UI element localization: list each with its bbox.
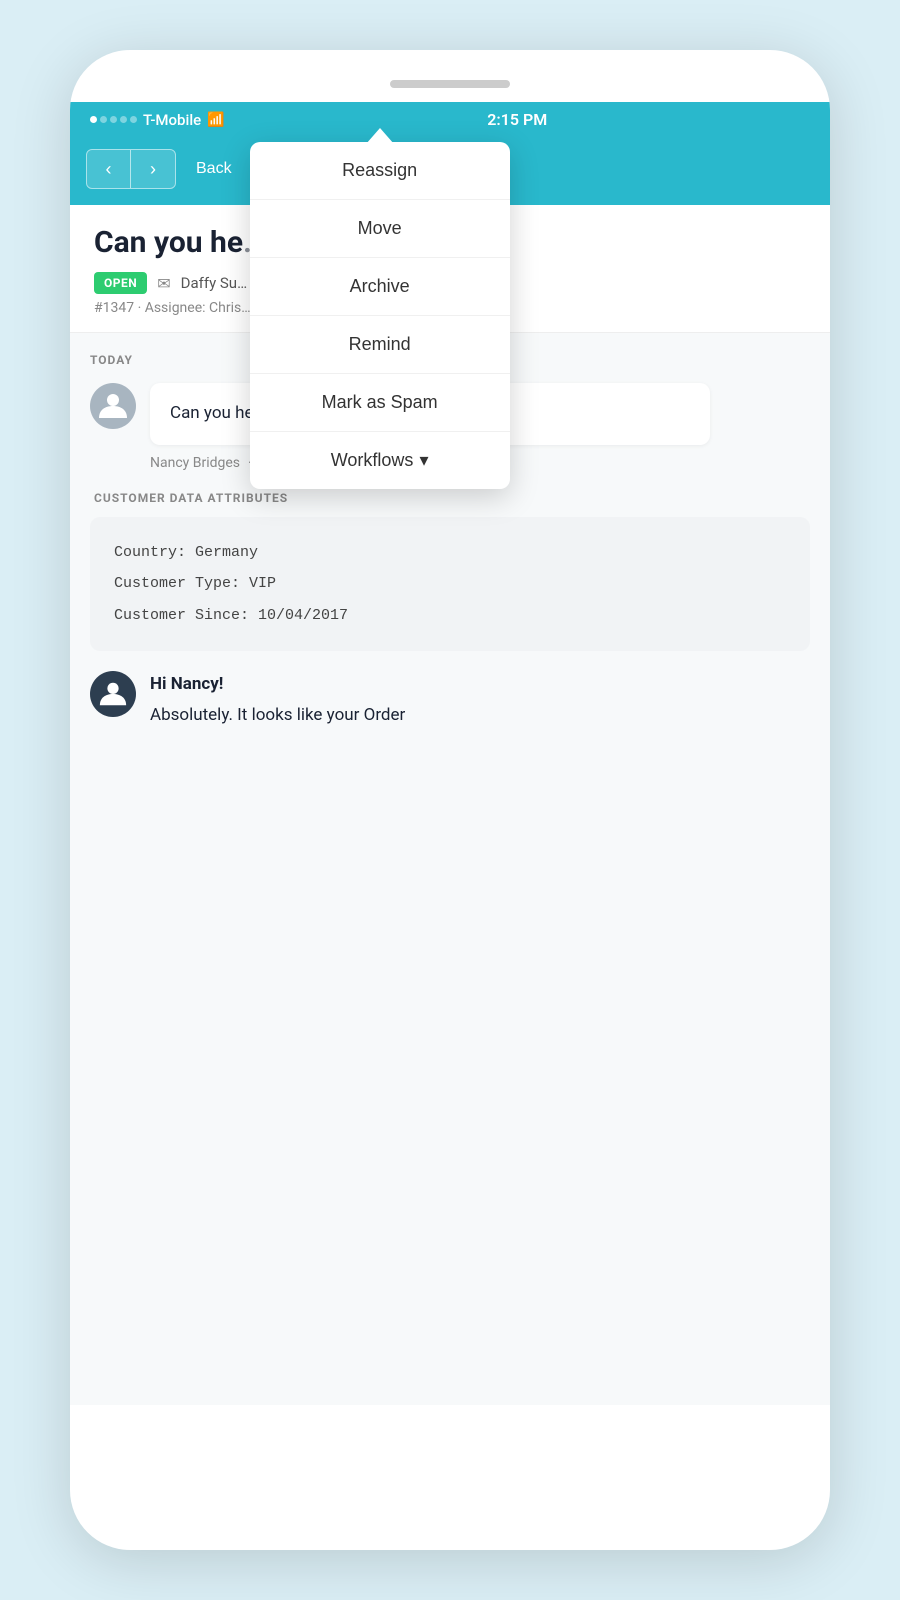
signal-dot-3: [110, 116, 117, 123]
dropdown-item-reassign[interactable]: Reassign: [250, 142, 510, 200]
phone-notch: [70, 80, 830, 102]
signal-dot-2: [100, 116, 107, 123]
prev-button[interactable]: ‹: [87, 150, 131, 188]
dropdown-item-remind[interactable]: Remind: [250, 316, 510, 374]
customer-avatar: [90, 383, 136, 429]
agent-message-text: Absolutely. It looks like your Order: [150, 702, 810, 729]
inbox-icon: ✉: [157, 274, 170, 293]
workflows-label: Workflows: [331, 450, 414, 471]
carrier-name: T-Mobile: [143, 111, 201, 129]
customer-data-since: Customer Since: 10/04/2017: [114, 600, 786, 632]
workflows-chevron-icon: ▾: [419, 450, 428, 471]
status-bar: T-Mobile 📶 2:15 PM: [70, 102, 830, 137]
next-button[interactable]: ›: [131, 150, 175, 188]
signal-dot-4: [120, 116, 127, 123]
status-time: 2:15 PM: [487, 110, 547, 129]
phone-frame: T-Mobile 📶 2:15 PM ‹ › Back Resolve More…: [70, 50, 830, 1550]
toolbar: ‹ › Back Resolve More ▾ Reassign Move Ar…: [70, 137, 830, 205]
status-badge: OPEN: [94, 272, 147, 294]
assignee-text: Assignee: Chris…: [145, 300, 251, 316]
message-sender: Nancy Bridges: [150, 455, 240, 471]
back-button[interactable]: Back: [186, 150, 242, 188]
conversation-id: #1347: [94, 300, 134, 316]
dropdown-item-mark-spam[interactable]: Mark as Spam: [250, 374, 510, 432]
nav-btn-group: ‹ ›: [86, 149, 176, 189]
signal-dot-1: [90, 116, 97, 123]
agent-greeting-text: Hi Nancy!: [150, 674, 223, 694]
dropdown-menu: Reassign Move Archive Remind Mark as Spa…: [250, 142, 510, 489]
customer-data-section-label: CUSTOMER DATA ATTRIBUTES: [90, 491, 810, 505]
agent-greeting: Hi Nancy!: [150, 671, 810, 698]
status-left: T-Mobile 📶: [90, 111, 225, 129]
agent-bubble: Hi Nancy! Absolutely. It looks like your…: [150, 671, 810, 729]
agent-avatar: [90, 671, 136, 717]
signal-dot-5: [130, 116, 137, 123]
inbox-name: Daffy Su…: [181, 274, 247, 292]
dropdown-item-move[interactable]: Move: [250, 200, 510, 258]
customer-data-type: Customer Type: VIP: [114, 568, 786, 600]
agent-message-row: Hi Nancy! Absolutely. It looks like your…: [90, 671, 810, 729]
wifi-icon: 📶: [207, 112, 224, 128]
customer-data-country: Country: Germany: [114, 537, 786, 569]
more-dropdown-container: More ▾ Reassign Move Archive Remind Mark…: [339, 150, 419, 188]
customer-data-card: Country: Germany Customer Type: VIP Cust…: [90, 517, 810, 652]
dropdown-item-workflows[interactable]: Workflows ▾: [250, 432, 510, 489]
dropdown-item-archive[interactable]: Archive: [250, 258, 510, 316]
dropdown-arrow: [366, 128, 394, 144]
signal-dots: [90, 116, 137, 123]
